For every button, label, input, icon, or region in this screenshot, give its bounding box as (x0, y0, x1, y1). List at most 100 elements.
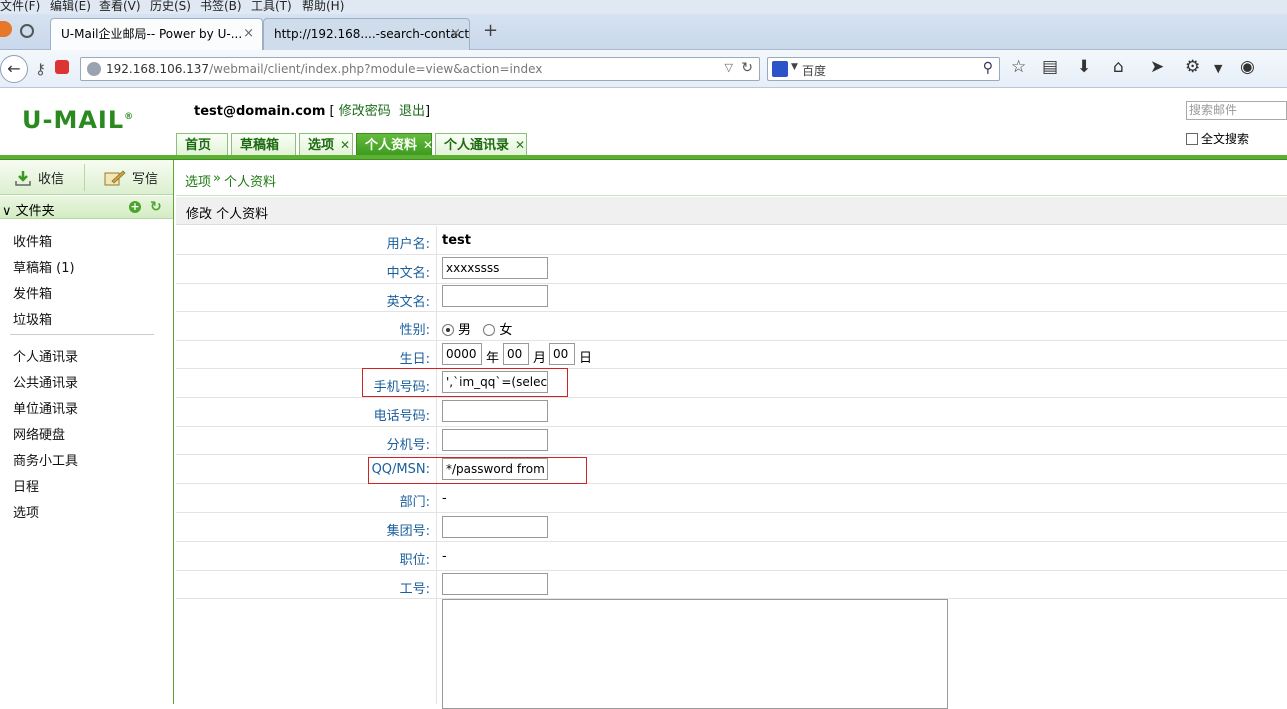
employee-id-input[interactable] (442, 573, 548, 595)
tab-options[interactable]: 选项 ✕ (299, 133, 353, 156)
position-value: - (442, 549, 447, 564)
tab-drafts[interactable]: 草稿箱 (231, 133, 296, 156)
search-engine-placeholder: 百度 (802, 64, 827, 78)
sidebar-item-business-tools[interactable]: 商务小工具 (13, 450, 78, 469)
new-tab-icon[interactable]: + (483, 20, 498, 41)
addon-icon[interactable] (20, 24, 34, 38)
menu-history[interactable]: 历史(S) (150, 0, 191, 14)
url-text[interactable]: 192.168.106.137/webmail/client/index.php… (106, 62, 542, 76)
addon-toolbar-icon[interactable]: ⚙ (1185, 57, 1200, 77)
row-department: 部门: - (176, 484, 1287, 513)
row-en-name: 英文名: (176, 284, 1287, 312)
add-folder-icon[interactable]: + (129, 201, 141, 213)
baidu-icon[interactable] (772, 61, 788, 77)
home-icon[interactable]: ⌂ (1113, 57, 1124, 77)
sidebar-item-calendar[interactable]: 日程 (13, 476, 39, 495)
fulltext-search-option[interactable]: 全文搜索 (1186, 130, 1249, 147)
highlight-box-mobile (362, 368, 568, 397)
row-group-number: 集团号: (176, 513, 1287, 542)
browser-tab-search-contact[interactable]: http://192.168....-search-contact × (263, 18, 470, 50)
row-phone: 电话号码: (176, 398, 1287, 427)
close-icon[interactable]: ✕ (423, 138, 433, 152)
menu-bookmarks[interactable]: 书签(B) (200, 0, 242, 14)
url-bar[interactable]: 192.168.106.137/webmail/client/index.php… (80, 57, 760, 81)
group-number-label: 集团号: (386, 524, 430, 539)
username-value: test (442, 233, 471, 248)
tab-profile[interactable]: 个人资料 ✕ (356, 133, 433, 156)
en-name-input[interactable] (442, 285, 548, 307)
birth-year-input[interactable]: 0000 (442, 343, 482, 365)
folder-header[interactable]: ∨ 文件夹 + ↻ (0, 196, 173, 219)
back-arrow-icon[interactable]: ← (0, 55, 28, 83)
menu-tools[interactable]: 工具(T) (251, 0, 292, 14)
sidebar-item-drafts[interactable]: 草稿箱 (1) (13, 257, 75, 276)
chevron-down-icon: ∨ (2, 204, 12, 219)
birthday-label: 生日: (399, 352, 430, 367)
row-cn-name: 中文名: (176, 255, 1287, 284)
close-icon[interactable]: × (450, 19, 461, 49)
sidebar-item-sent[interactable]: 发件箱 (13, 283, 52, 302)
send-icon[interactable]: ➤ (1150, 57, 1164, 77)
reload-icon[interactable]: ↻ (741, 60, 753, 76)
row-username: 用户名: test (176, 226, 1287, 255)
browser-tabbar: U-Mail企业邮局-- Power by U-... × http://192… (0, 14, 1287, 50)
row-qq: QQ/MSN: (176, 455, 1287, 484)
sidebar-item-netdisk[interactable]: 网络硬盘 (13, 424, 65, 443)
birth-month-input[interactable]: 00 (503, 343, 529, 365)
download-icon[interactable]: ⬇ (1077, 57, 1091, 77)
extension-input[interactable] (442, 429, 548, 451)
cn-name-label: 中文名: (386, 266, 430, 281)
browser-search-box[interactable]: ▼ 百度 ⚲ (767, 57, 1000, 81)
tab-home[interactable]: 首页 (176, 133, 228, 156)
search-icon[interactable]: ⚲ (983, 60, 993, 76)
compose-icon (104, 170, 126, 186)
sidebar-item-trash[interactable]: 垃圾箱 (13, 309, 52, 328)
gender-female-radio[interactable] (483, 324, 496, 336)
close-icon[interactable]: × (243, 19, 254, 49)
breadcrumb-options-link[interactable]: 选项 (185, 171, 211, 190)
globe-menu-icon[interactable]: ◉ (1240, 57, 1255, 77)
refresh-icon[interactable]: ↻ (150, 199, 162, 215)
record-icon[interactable] (55, 60, 69, 74)
sidebar-item-public-contacts[interactable]: 公共通讯录 (13, 372, 78, 391)
dropdown-arrow-icon[interactable]: ▽ (725, 61, 733, 74)
browser-tab-umail[interactable]: U-Mail企业邮局-- Power by U-... × (50, 18, 263, 50)
chevron-down-icon[interactable]: ▼ (1214, 62, 1222, 75)
employee-id-label: 工号: (399, 582, 430, 597)
menu-edit[interactable]: 编辑(E) (50, 0, 91, 14)
close-icon[interactable]: ✕ (340, 138, 350, 152)
browser-menubar: 文件(F) 编辑(E) 查看(V) 历史(S) 书签(B) 工具(T) 帮助(H… (0, 0, 1287, 14)
year-unit: 年 (486, 351, 500, 366)
compose-button[interactable]: 写信 (104, 168, 158, 187)
sidebar-actions: 收信 写信 (0, 160, 173, 195)
tab-personal-contacts[interactable]: 个人通讯录 ✕ (435, 133, 527, 156)
gender-male-radio[interactable] (442, 324, 454, 336)
bookmark-star-icon[interactable]: ☆ (1011, 57, 1026, 77)
notes-textarea[interactable] (442, 599, 948, 709)
mail-search-input[interactable]: 搜索邮件 (1186, 101, 1287, 120)
breadcrumb-separator: » (213, 171, 221, 186)
phone-input[interactable] (442, 400, 548, 422)
row-employee-id: 工号: (176, 571, 1287, 599)
row-extension: 分机号: (176, 427, 1287, 455)
menu-help[interactable]: 帮助(H) (302, 0, 344, 14)
group-number-input[interactable] (442, 516, 548, 538)
menu-file[interactable]: 文件(F) (0, 0, 40, 14)
en-name-label: 英文名: (386, 295, 430, 310)
sidebar-item-org-contacts[interactable]: 单位通讯录 (13, 398, 78, 417)
key-icon[interactable]: ⚷ (35, 60, 46, 78)
sidebar-item-options[interactable]: 选项 (13, 502, 39, 521)
close-icon[interactable]: ✕ (515, 138, 525, 152)
menu-view[interactable]: 查看(V) (99, 0, 141, 14)
sidebar-item-inbox[interactable]: 收件箱 (13, 231, 52, 250)
cn-name-input[interactable]: xxxxssss (442, 257, 548, 279)
fulltext-checkbox[interactable] (1186, 133, 1198, 145)
phone-label: 电话号码: (373, 409, 430, 424)
sidebar-item-personal-contacts[interactable]: 个人通讯录 (13, 346, 78, 365)
change-password-link[interactable]: 修改密码 (339, 104, 391, 119)
receive-button[interactable]: 收信 (14, 168, 64, 187)
birth-day-input[interactable]: 00 (549, 343, 575, 365)
logout-link[interactable]: 退出 (399, 104, 425, 119)
chevron-down-icon[interactable]: ▼ (791, 62, 798, 72)
reading-list-icon[interactable]: ▤ (1042, 57, 1058, 77)
